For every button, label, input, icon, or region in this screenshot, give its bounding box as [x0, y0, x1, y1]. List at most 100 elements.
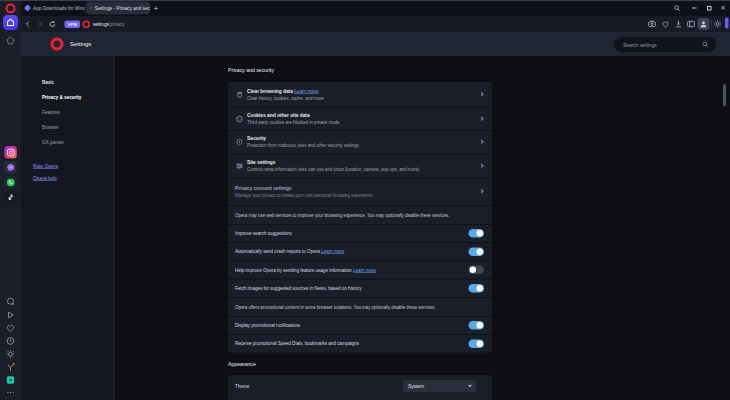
toggle-label: Display promotional notifications [235, 323, 300, 328]
learn-more-link[interactable]: Learn more [321, 249, 344, 254]
tune-icon [235, 161, 244, 170]
opera-menu-button[interactable] [6, 4, 16, 14]
workspace-icon [6, 36, 15, 45]
sidebar-panel-pill[interactable] [725, 18, 729, 29]
section-title-appearance: Appearance [228, 360, 256, 369]
row-site-settings[interactable]: Site settings Controls what information … [228, 153, 492, 177]
easy-setup-icon[interactable] [713, 20, 722, 29]
forward-button[interactable] [35, 20, 45, 29]
reload-button[interactable] [47, 20, 57, 29]
row-security[interactable]: Security Protection from malicious sites… [228, 130, 492, 153]
toggle-label: Fetch images for suggested sources in Ne… [235, 286, 361, 291]
tab-search-icon[interactable] [671, 0, 683, 16]
messenger-icon[interactable] [4, 161, 17, 174]
settings-page-header: Settings Search settings [21, 32, 730, 56]
nav-item-features[interactable]: Features [42, 107, 60, 117]
toggle-label: Receive promotional Speed Dials, bookmar… [235, 341, 359, 346]
nav-item-browser[interactable]: Browser [42, 122, 59, 132]
chevron-right-icon [479, 92, 483, 96]
bookmark-heart-icon[interactable] [661, 20, 670, 29]
row-clear-browsing-data[interactable]: Clear browsing data Learn more Clear his… [228, 82, 492, 107]
flow-icon[interactable] [5, 362, 16, 373]
toggle-crash-reports[interactable] [469, 247, 485, 256]
bookmarks-heart-icon[interactable] [5, 323, 16, 334]
page-title: Settings [70, 32, 91, 56]
toggle-row-promo-notifications: Display promotional notifications [228, 316, 492, 334]
whatsapp-icon[interactable] [4, 176, 17, 189]
profile-avatar[interactable] [698, 18, 710, 30]
pinboards-icon[interactable] [5, 375, 16, 386]
opera-logo [51, 38, 64, 51]
nav-item-gx-games[interactable]: GX.games [42, 137, 64, 147]
minimize-button[interactable] [688, 0, 700, 16]
settings-content: Basic Privacy & security Features Browse… [21, 56, 730, 400]
row-subtitle: Manage your privacy to create your own p… [235, 193, 373, 199]
panels-icon[interactable] [687, 20, 696, 29]
shield-icon [235, 138, 244, 147]
nav-item-basic[interactable]: Basic [42, 77, 54, 87]
workspace-2-button[interactable] [5, 35, 16, 46]
instagram-icon[interactable] [4, 146, 17, 159]
opera-site-icon [83, 21, 91, 29]
learn-more-link[interactable]: Learn more [294, 88, 319, 94]
tab-settings-active[interactable]: Settings - Privacy and sec [86, 2, 150, 15]
toggle-fetch-images[interactable] [469, 284, 485, 293]
rate-opera-link[interactable]: Rate Opera [33, 162, 58, 172]
aria-ai-icon[interactable] [5, 296, 16, 307]
chevron-right-icon [479, 116, 483, 120]
chevron-down-icon [468, 385, 472, 388]
row-subtitle: Clear history, cookies, cache, and more [247, 95, 324, 101]
settings-main: Privacy and security Clear browsing data… [116, 56, 730, 400]
search-icon [702, 41, 709, 48]
sidebar-more-icon[interactable] [5, 387, 16, 398]
workspace-1-button[interactable] [3, 15, 18, 30]
row-title: Clear browsing data [247, 88, 293, 94]
vpn-badge[interactable]: VPN [65, 21, 81, 29]
toggle-label: Automatically send crash reports to Oper… [235, 249, 320, 254]
toggle-promo-speed-dials[interactable] [469, 339, 485, 348]
chevron-right-icon [479, 163, 483, 167]
promotional-note: Opera offers promotional content in some… [228, 297, 492, 316]
toggle-promo-notifications[interactable] [469, 321, 485, 330]
chevron-right-icon [479, 189, 483, 193]
opera-help-link[interactable]: Opera help [33, 174, 57, 184]
url-text[interactable]: settings/privacy [93, 16, 125, 32]
tiktok-icon[interactable] [4, 191, 17, 204]
theme-select[interactable]: System [403, 380, 476, 392]
section-title-privacy: Privacy and security [228, 66, 274, 75]
theme-row: Theme System [228, 375, 492, 397]
chevron-right-icon [479, 140, 483, 144]
settings-nav-panel: Basic Privacy & security Features Browse… [21, 56, 115, 400]
window-top-border [0, 0, 730, 1]
close-button[interactable]: ✕ [717, 0, 729, 16]
snapshot-icon[interactable] [648, 20, 657, 29]
player-icon[interactable] [5, 310, 16, 321]
maximize-button[interactable] [703, 0, 715, 16]
theme-label: Theme [235, 384, 249, 389]
privacy-card: Clear browsing data Learn more Clear his… [228, 82, 492, 352]
toggle-search-suggestions[interactable] [469, 229, 485, 238]
toggle-feature-usage[interactable] [469, 266, 485, 275]
web-services-note: Opera may use web services to improve yo… [228, 205, 492, 224]
row-title: Site settings [247, 159, 419, 165]
app-downloads-favicon [24, 4, 31, 11]
learn-more-link[interactable]: Learn more [353, 267, 376, 272]
toggle-label: Help improve Opera by sending feature us… [235, 267, 352, 272]
search-settings-input[interactable]: Search settings [614, 37, 716, 52]
new-tab-button[interactable]: + [149, 0, 163, 16]
theme-value: System [408, 383, 424, 389]
tab-app-downloads[interactable]: App Downloads for Wind [22, 0, 85, 16]
back-button[interactable] [23, 20, 33, 29]
row-title: Privacy consent settings [235, 185, 373, 191]
toggle-row-crash-reports: Automatically send crash reports to Oper… [228, 242, 492, 260]
row-privacy-consent[interactable]: Privacy consent settings Manage your pri… [228, 177, 492, 205]
toolbar-separator [711, 20, 712, 29]
downloads-icon[interactable] [674, 20, 683, 29]
history-icon[interactable] [5, 336, 16, 347]
search-placeholder: Search settings [623, 42, 657, 48]
extensions-gear-icon[interactable] [5, 349, 16, 360]
toggle-row-feature-usage: Help improve Opera by sending feature us… [228, 260, 492, 278]
row-cookies[interactable]: Cookies and other site data Third-party … [228, 107, 492, 131]
nav-item-privacy-security[interactable]: Privacy & security [42, 92, 81, 102]
scrollbar-thumb[interactable] [723, 84, 726, 106]
